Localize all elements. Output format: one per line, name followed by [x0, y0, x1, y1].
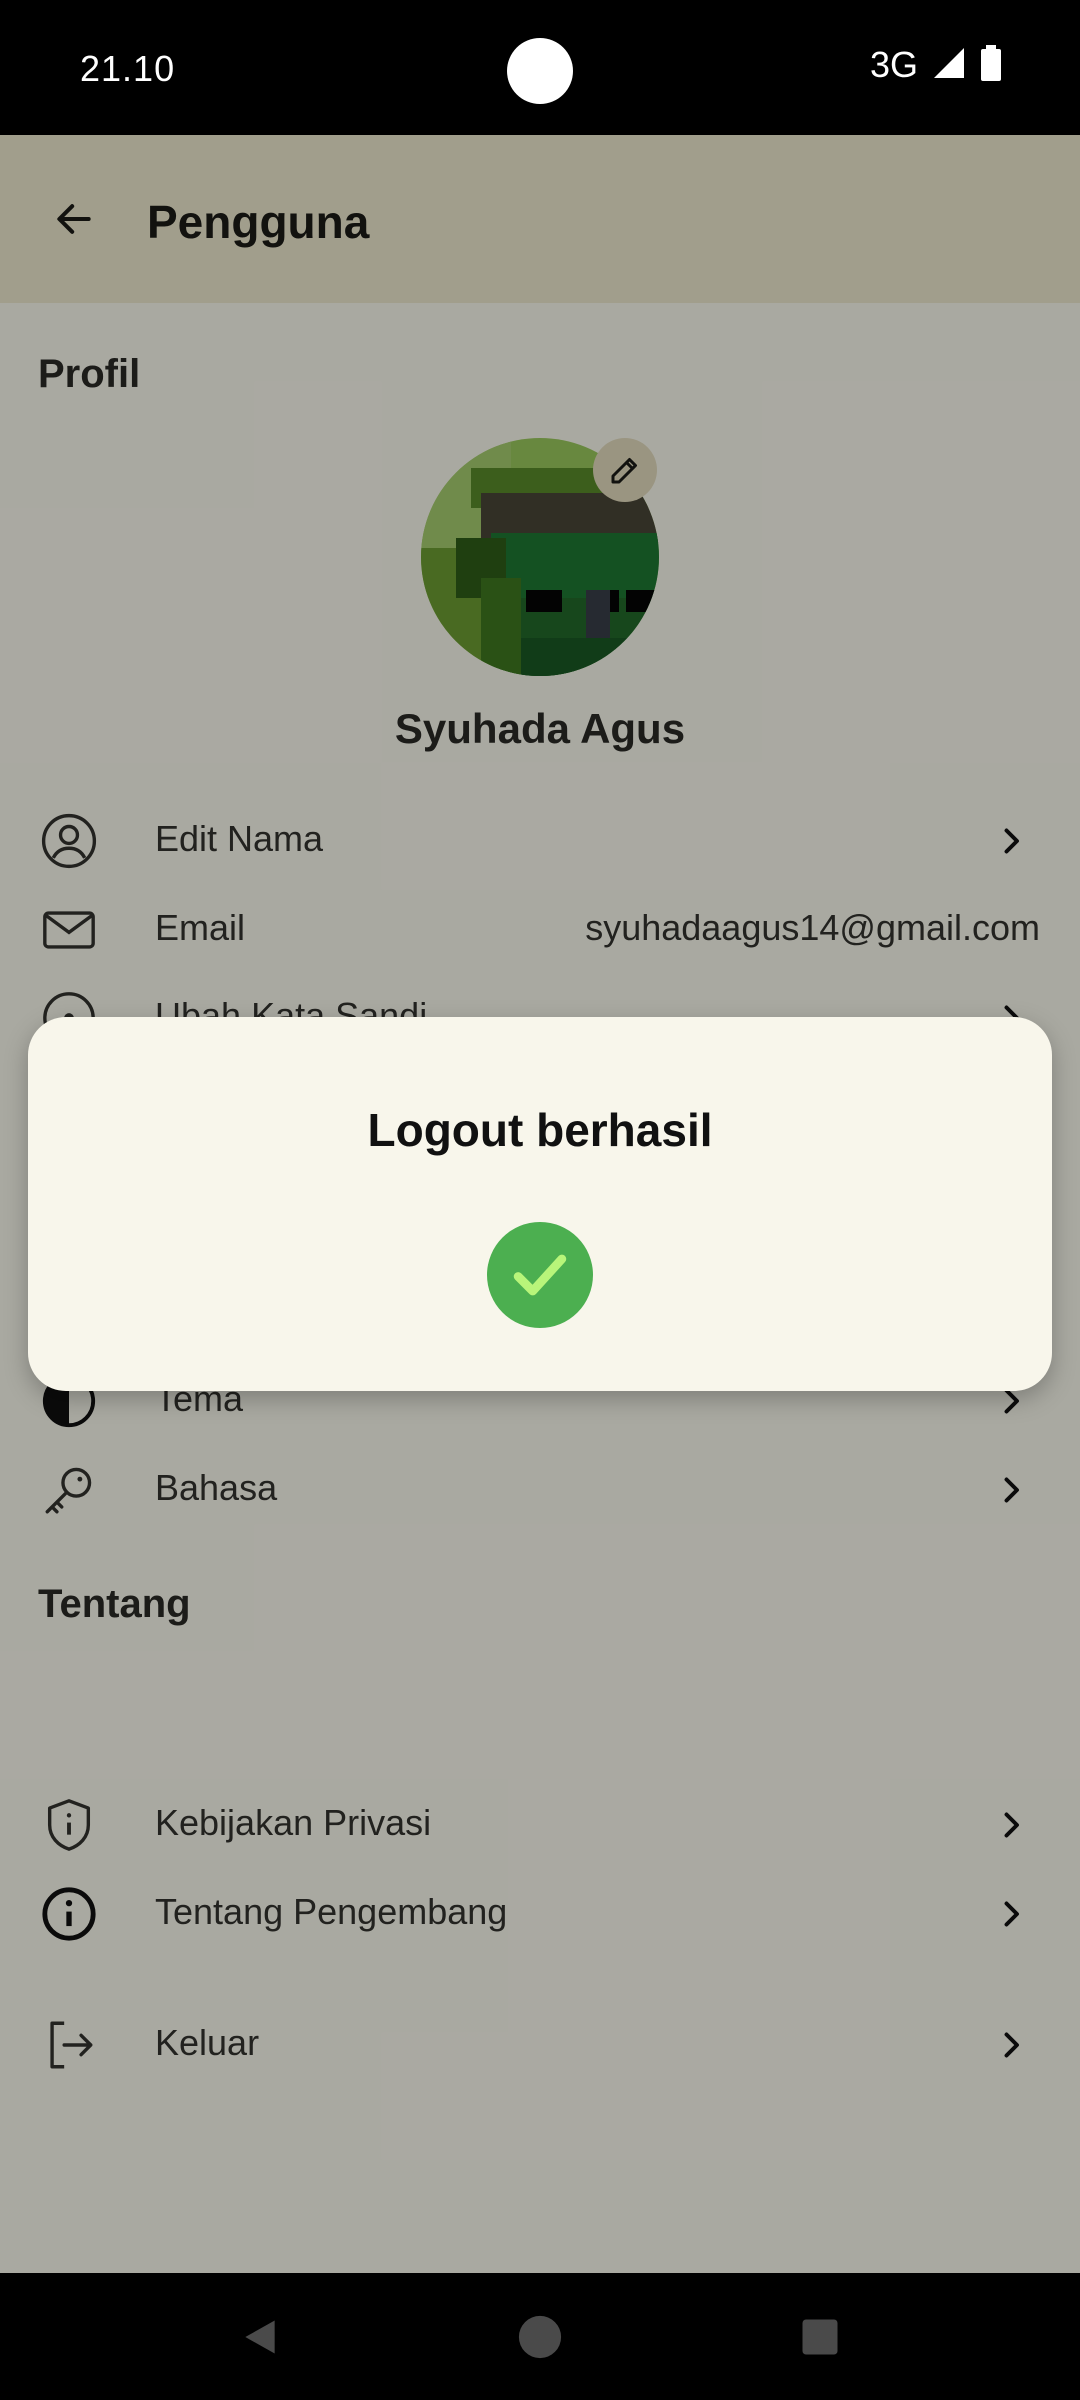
square-recents-icon [802, 2319, 838, 2355]
status-bar: 21.10 3G [0, 0, 1080, 135]
dialog-title: Logout berhasil [367, 1104, 713, 1156]
network-type: 3G [869, 44, 918, 85]
signal-icon [932, 46, 966, 85]
logout-success-dialog: Logout berhasil [28, 1017, 1052, 1391]
triangle-back-icon [245, 2320, 275, 2354]
status-time: 21.10 [80, 48, 176, 89]
battery-icon [980, 44, 1002, 86]
system-nav-bar [0, 2273, 1080, 2400]
nav-recents-button[interactable] [790, 2307, 850, 2367]
status-indicators: 3G [870, 44, 1002, 86]
nav-home-button[interactable] [510, 2307, 570, 2367]
nav-back-button[interactable] [230, 2307, 290, 2367]
camera-cutout [507, 38, 573, 104]
check-circle-icon [487, 1222, 593, 1328]
circle-home-icon [518, 2315, 562, 2359]
